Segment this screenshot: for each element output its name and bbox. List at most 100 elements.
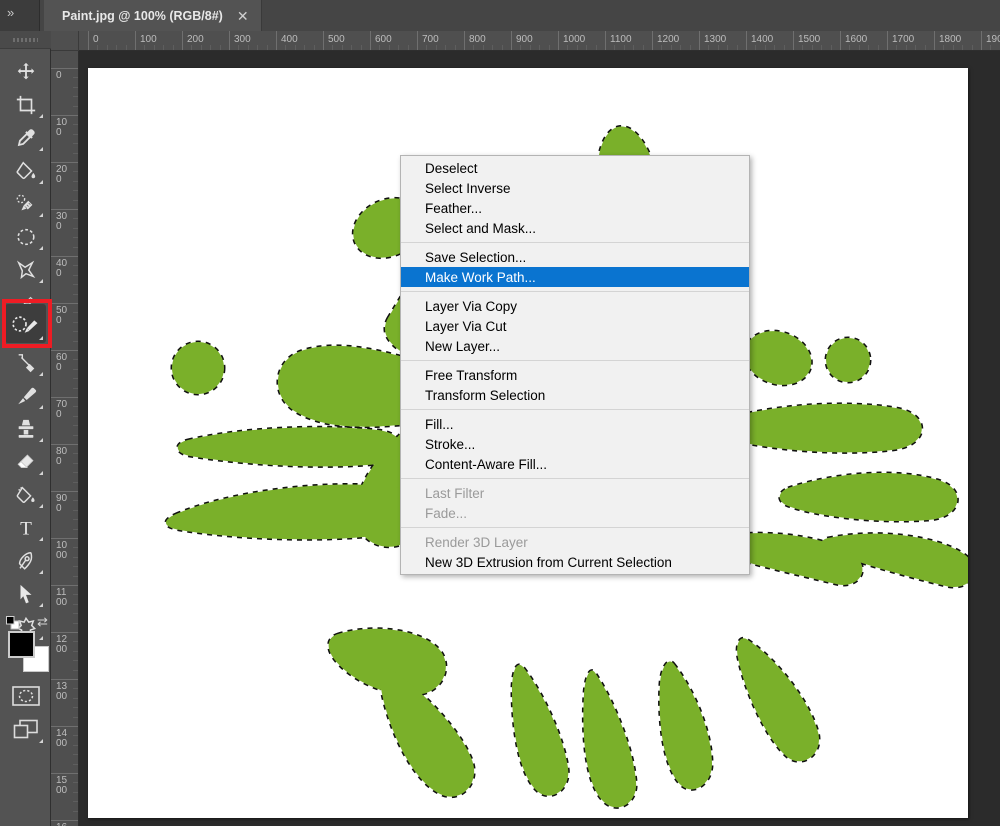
toolbar-drag-handle[interactable] [0, 31, 51, 49]
horizontal-ruler[interactable]: 0 100 200 300 400 500 600 700 800 900 1000 1100 1200… [79, 31, 1000, 51]
ruler-minor-tick [73, 697, 78, 699]
swap-arrows-icon[interactable]: ⇄ [37, 615, 48, 628]
ruler-minor-tick [473, 45, 475, 50]
flyout-corner-icon [39, 405, 43, 409]
ruler-minor-tick [73, 791, 78, 793]
ruler-minor-tick [73, 519, 78, 521]
screen-mode-icon [13, 719, 38, 738]
ruler-minor-tick [529, 45, 531, 50]
menu-item-select-and-mask[interactable]: Select and Mask... [401, 218, 749, 238]
selection-context-menu[interactable]: Deselect Select Inverse Feather... Select a… [400, 155, 750, 575]
close-icon[interactable]: ✕ [237, 9, 249, 23]
ruler-minor-tick [802, 45, 804, 50]
menu-item-make-work-path[interactable]: Make Work Path... [401, 267, 749, 287]
ruler-minor-tick [73, 190, 78, 192]
ruler-minor-tick [73, 321, 78, 323]
ruler-label: 800 [469, 34, 486, 45]
brush-icon [17, 387, 36, 404]
tool-elliptical-marquee-tool[interactable] [5, 220, 46, 253]
tool-crop-tool[interactable] [5, 88, 46, 121]
quick-mask-button[interactable] [5, 679, 46, 712]
ruler-minor-tick [73, 133, 78, 135]
ruler-minor-tick [73, 603, 78, 605]
menu-item-fill[interactable]: Fill... [401, 414, 749, 434]
ruler-minor-tick [426, 45, 428, 50]
menu-item-content-aware-fill[interactable]: Content-Aware Fill... [401, 454, 749, 474]
ruler-minor-tick [73, 566, 78, 568]
ruler-minor-tick [783, 45, 785, 50]
tool-eraser-tool[interactable] [5, 445, 46, 478]
vertical-ruler[interactable]: 0 100 200 300 400 500 600 700 800 900 1000 1100 1200… [51, 51, 79, 826]
ruler-minor-tick [360, 45, 362, 50]
tool-move-tool[interactable] [5, 55, 46, 88]
menu-item-layer-via-copy[interactable]: Layer Via Copy [401, 296, 749, 316]
ruler-tick [981, 31, 982, 50]
tool-spot-healing-brush-tool[interactable] [5, 187, 46, 220]
ruler-minor-tick [285, 45, 287, 50]
ruler-minor-tick [116, 45, 118, 50]
ruler-minor-tick [153, 45, 155, 50]
menu-item-transform-selection[interactable]: Transform Selection [401, 385, 749, 405]
menu-item-new-3d-extrusion-from-current-selection[interactable]: New 3D Extrusion from Current Selection [401, 552, 749, 572]
tool-lasso-tool[interactable] [5, 253, 46, 286]
tool-fill-tool[interactable] [5, 478, 46, 511]
ruler-label: 900 [56, 493, 68, 514]
ruler-minor-tick [73, 622, 78, 624]
ruler-minor-tick [435, 45, 437, 50]
menu-item-free-transform[interactable]: Free Transform [401, 365, 749, 385]
tool-eyedropper-tool[interactable] [5, 121, 46, 154]
menu-item-layer-via-cut[interactable]: Layer Via Cut [401, 316, 749, 336]
healing-brush-icon [16, 194, 32, 210]
tool-brush-tool[interactable] [5, 379, 46, 412]
flyout-corner-icon [39, 739, 43, 743]
ruler-minor-tick [736, 45, 738, 50]
ruler-minor-tick [172, 45, 174, 50]
ruler-label: 0 [56, 70, 62, 81]
ruler-tick [934, 31, 935, 50]
ruler-minor-tick [73, 86, 78, 88]
screen-mode-button[interactable] [5, 713, 46, 746]
ruler-label: 1100 [56, 587, 68, 608]
quick-mask-icon [11, 685, 40, 706]
menu-item-new-layer[interactable]: New Layer... [401, 336, 749, 356]
ruler-label: 1400 [56, 728, 68, 749]
foreground-color-swatch[interactable] [8, 631, 35, 658]
ruler-label: 100 [140, 34, 157, 45]
ruler-minor-tick [73, 688, 78, 690]
ruler-minor-tick [73, 716, 78, 718]
ruler-label: 1000 [56, 540, 68, 561]
chevrons-right-icon[interactable]: » [7, 6, 14, 19]
tool-paint-bucket-tool[interactable] [5, 154, 46, 187]
tool-clone-source-tool[interactable] [5, 346, 46, 379]
ruler-minor-tick [905, 45, 907, 50]
ruler-minor-tick [717, 45, 719, 50]
ruler-tick [51, 256, 78, 257]
panel-expand-corner[interactable]: » [0, 0, 40, 31]
menu-separator [401, 409, 749, 410]
flyout-corner-icon [39, 504, 43, 508]
ruler-minor-tick [219, 45, 221, 50]
ruler-minor-tick [73, 528, 78, 530]
ruler-minor-tick [548, 45, 550, 50]
document-tab[interactable]: Paint.jpg @ 100% (RGB/8#) ✕ [44, 0, 262, 31]
tool-path-selection-tool[interactable] [5, 577, 46, 610]
menu-item-stroke[interactable]: Stroke... [401, 434, 749, 454]
flyout-corner-icon [39, 336, 43, 340]
tool-pen-tool[interactable] [5, 544, 46, 577]
ruler-minor-tick [332, 45, 334, 50]
ruler-minor-tick [501, 45, 503, 50]
menu-item-save-selection[interactable]: Save Selection... [401, 247, 749, 267]
tool-clone-stamp-tool[interactable] [5, 412, 46, 445]
ruler-label: 1200 [657, 34, 680, 45]
menu-item-select-inverse[interactable]: Select Inverse [401, 178, 749, 198]
tool-type-tool[interactable]: T [5, 511, 46, 544]
ruler-label: 1600 [845, 34, 868, 45]
tool-quick-selection-tool[interactable] [5, 304, 46, 343]
ruler-minor-tick [351, 45, 353, 50]
ruler-origin-corner[interactable] [51, 31, 79, 51]
ruler-label: 500 [328, 34, 345, 45]
ruler-minor-tick [73, 810, 78, 812]
menu-item-deselect[interactable]: Deselect [401, 158, 749, 178]
flyout-corner-icon [39, 438, 43, 442]
menu-item-feather[interactable]: Feather... [401, 198, 749, 218]
